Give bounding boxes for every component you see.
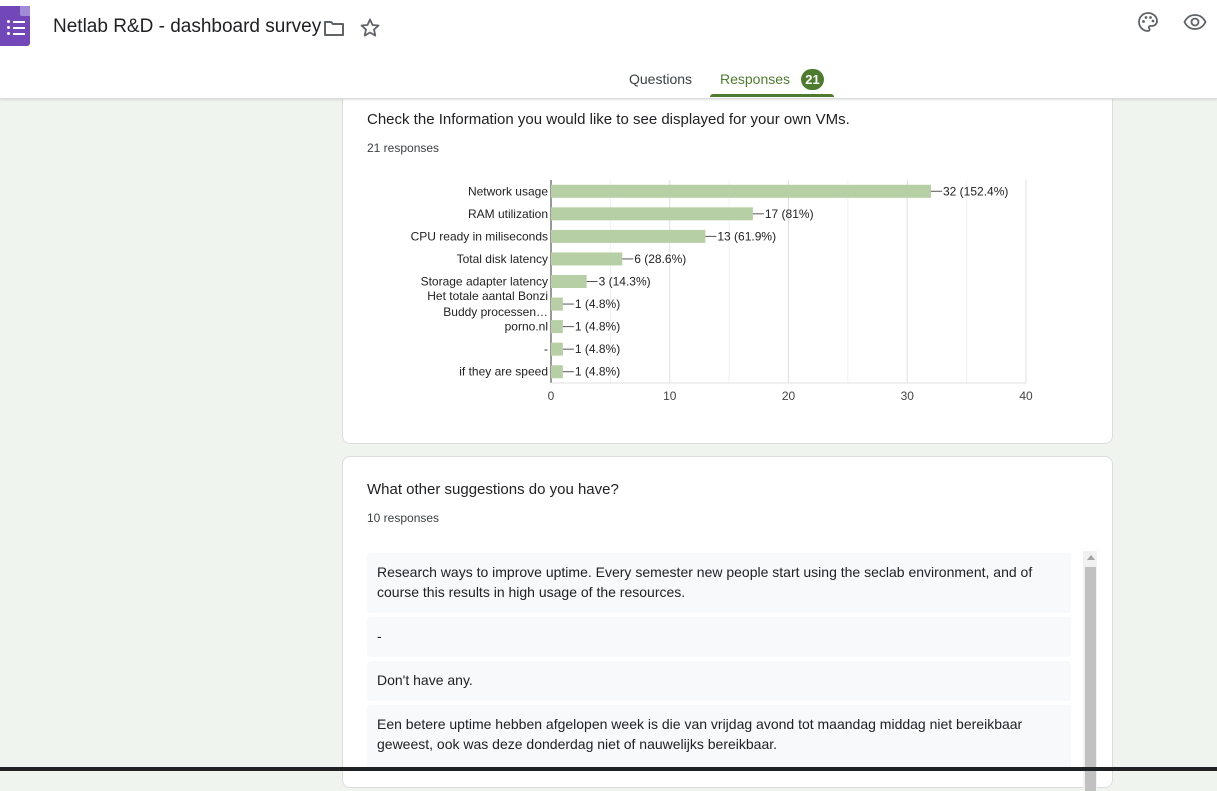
folder-icon[interactable] (322, 16, 346, 40)
bar (551, 320, 563, 334)
category-label: - (544, 342, 548, 356)
x-tick-label: 0 (548, 389, 555, 403)
data-label: 32 (152.4%) (943, 184, 1008, 198)
data-label: 1 (4.8%) (575, 297, 620, 311)
star-icon[interactable] (358, 16, 382, 40)
data-label: 3 (14.3%) (599, 275, 651, 289)
x-tick-label: 10 (663, 389, 677, 403)
question-card-suggestions: What other suggestions do you have? 10 r… (342, 456, 1113, 791)
bar (551, 184, 931, 198)
x-tick-label: 30 (901, 389, 915, 403)
response-text: Research ways to improve uptime. Every s… (377, 564, 1033, 600)
list-item: Don't have any. (367, 661, 1071, 701)
x-tick-label: 40 (1019, 389, 1033, 403)
eye-preview-icon[interactable] (1183, 10, 1207, 34)
category-label: porno.nl (505, 320, 548, 334)
bar (551, 297, 563, 311)
responses-bar-chart: 0 10 20 30 40 32 (152.4%) Network usage 17 (81%… (411, 180, 1033, 403)
question-card-vm-info: Check the Information you would like to … (342, 60, 1113, 444)
bar (551, 207, 753, 221)
category-label: if they are speed (459, 365, 548, 379)
scrollbar-thumb[interactable] (1085, 567, 1096, 791)
question-title: What other suggestions do you have? (367, 481, 619, 498)
form-title[interactable]: Netlab R&D - dashboard survey (53, 16, 321, 38)
active-tab-indicator (710, 94, 834, 97)
palette-icon[interactable] (1136, 10, 1160, 34)
category-label: Network usage (468, 184, 548, 198)
app-header: Netlab R&D - dashboard survey Questions … (0, 0, 1217, 99)
data-label: 1 (4.8%) (575, 320, 620, 334)
response-text: - (377, 628, 382, 644)
response-count: 10 responses (367, 511, 440, 525)
category-label: CPU ready in miliseconds (411, 229, 548, 243)
list-item: Research ways to improve uptime. Every s… (367, 553, 1071, 613)
tab-questions[interactable]: Questions (629, 71, 692, 87)
data-label: 17 (81%) (765, 207, 814, 221)
list-item: Een betere uptime hebben afgelopen week … (367, 705, 1071, 769)
category-label: Total disk latency (457, 252, 548, 266)
list-item: - (367, 617, 1071, 657)
bar (551, 275, 587, 288)
data-label: 13 (61.9%) (717, 229, 776, 243)
response-text: Een betere uptime hebben afgelopen week … (377, 716, 1023, 752)
tab-responses[interactable]: Responses (720, 71, 790, 87)
category-label: RAM utilization (468, 207, 548, 221)
forms-logo-icon[interactable] (0, 6, 30, 46)
data-label: 6 (28.6%) (634, 252, 686, 266)
window-bottom-edge (0, 767, 1217, 771)
category-label: Storage adapter latency (421, 275, 548, 289)
bar (551, 365, 563, 379)
category-label: Het totale aantal Bonzi Buddy processen… (427, 289, 548, 319)
bar (551, 252, 623, 266)
x-tick-label: 20 (782, 389, 796, 403)
response-text: Don't have any. (377, 672, 473, 688)
bar (551, 229, 706, 243)
data-label: 1 (4.8%) (575, 342, 620, 356)
bar (551, 342, 563, 356)
data-label: 1 (4.8%) (575, 365, 620, 379)
scroll-up-arrow-icon[interactable] (1087, 555, 1095, 560)
responses-count-badge: 21 (801, 69, 824, 90)
